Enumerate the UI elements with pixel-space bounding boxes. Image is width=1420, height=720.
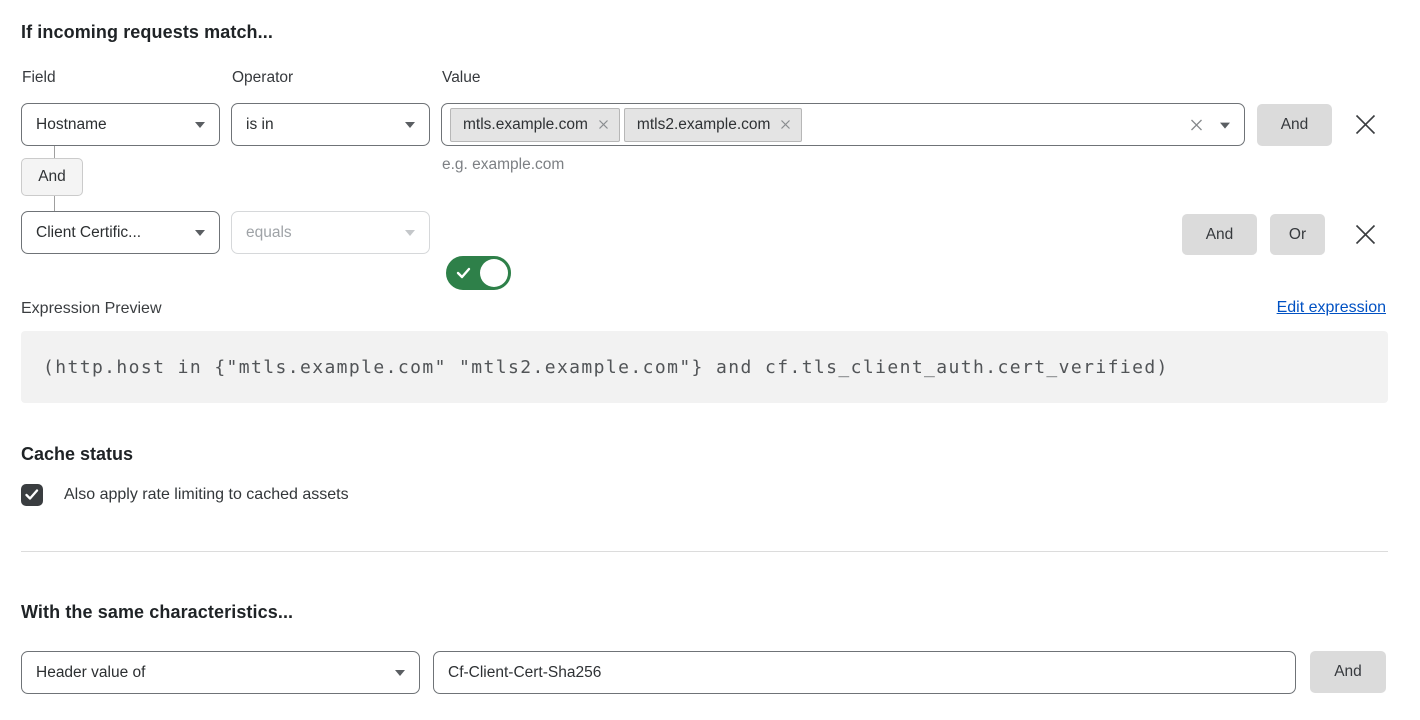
chevron-down-icon — [195, 230, 205, 236]
characteristics-heading: With the same characteristics... — [21, 602, 293, 623]
and-connector-button[interactable]: And — [21, 158, 83, 196]
operator-select-row2: equals — [231, 211, 430, 254]
match-heading: If incoming requests match... — [21, 22, 273, 43]
cache-status-heading: Cache status — [21, 444, 133, 465]
rate-limit-rule-builder: If incoming requests match... Field Oper… — [0, 0, 1420, 720]
chevron-down-icon — [395, 670, 405, 676]
checkmark-icon — [456, 266, 472, 285]
section-divider — [21, 551, 1388, 552]
chevron-down-icon — [405, 230, 415, 236]
add-or-condition-button-row2[interactable]: Or — [1270, 214, 1325, 255]
chevron-down-icon — [405, 122, 415, 128]
value-column-label: Value — [442, 69, 481, 87]
operator-select-row1-value: is in — [246, 116, 274, 134]
chevron-down-icon — [195, 122, 205, 128]
delete-condition-icon-row2[interactable] — [1351, 220, 1379, 248]
add-and-condition-button-row2[interactable]: And — [1182, 214, 1257, 255]
cached-assets-checkbox[interactable] — [21, 484, 43, 506]
delete-condition-icon-row1[interactable] — [1351, 110, 1379, 138]
expression-code-block: (http.host in {"mtls.example.com" "mtls2… — [21, 331, 1388, 403]
field-column-label: Field — [22, 69, 56, 87]
add-and-condition-button-row1[interactable]: And — [1257, 104, 1332, 146]
characteristic-select[interactable]: Header value of — [21, 651, 420, 694]
value-helper-text: e.g. example.com — [442, 156, 564, 174]
field-select-row2-value: Client Certific... — [36, 224, 141, 242]
operator-select-row1[interactable]: is in — [231, 103, 430, 146]
value-tag: mtls2.example.com — [624, 108, 803, 142]
cached-assets-checkbox-label[interactable]: Also apply rate limiting to cached asset… — [64, 486, 349, 504]
value-tag-text: mtls.example.com — [463, 116, 588, 134]
add-characteristic-button[interactable]: And — [1310, 651, 1386, 693]
remove-tag-icon[interactable] — [598, 119, 609, 130]
connector-line — [54, 146, 55, 158]
operator-column-label: Operator — [232, 69, 293, 87]
value-multiselect[interactable]: mtls.example.com mtls2.example.com — [441, 103, 1245, 146]
connector-line — [54, 196, 55, 211]
header-name-input[interactable] — [433, 651, 1296, 694]
value-tag: mtls.example.com — [450, 108, 620, 142]
value-tag-text: mtls2.example.com — [637, 116, 771, 134]
edit-expression-link[interactable]: Edit expression — [1277, 299, 1386, 317]
field-select-row2[interactable]: Client Certific... — [21, 211, 220, 254]
cert-verified-toggle[interactable] — [446, 256, 511, 290]
field-select-row1[interactable]: Hostname — [21, 103, 220, 146]
chevron-down-icon[interactable] — [1220, 122, 1230, 128]
toggle-knob — [480, 259, 508, 287]
characteristic-select-value: Header value of — [36, 664, 145, 682]
operator-select-row2-value: equals — [246, 224, 292, 242]
field-select-row1-value: Hostname — [36, 116, 107, 134]
expression-preview-label: Expression Preview — [21, 300, 162, 318]
checkmark-icon — [25, 489, 39, 501]
remove-tag-icon[interactable] — [780, 119, 791, 130]
clear-values-icon[interactable] — [1189, 117, 1204, 132]
